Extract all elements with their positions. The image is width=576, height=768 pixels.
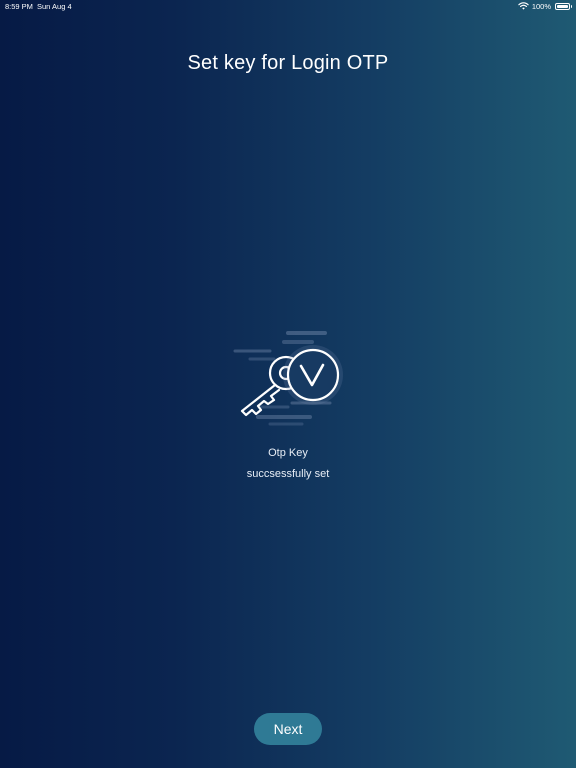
success-subtitle: succsessfully set [246, 468, 330, 480]
battery-percentage: 100% [531, 1, 551, 11]
check-circle-icon [283, 345, 343, 405]
otp-success-screen: 8:59 PM Sun Aug 4 100% Set key for Login… [0, 0, 576, 768]
page-title: Set key for Login OTP [187, 52, 389, 74]
battery-icon [555, 2, 572, 10]
battery-fill [557, 4, 568, 8]
wifi-icon [518, 2, 529, 10]
status-date: Sun Aug 4 [37, 2, 72, 11]
next-button[interactable]: Next [254, 713, 322, 745]
status-indicators: 100% [518, 1, 572, 11]
key-check-icon [233, 331, 343, 426]
success-title: Otp Key [268, 447, 308, 459]
status-time: 8:59 PM [5, 2, 33, 11]
battery-tip [570, 5, 572, 8]
status-bar: 8:59 PM Sun Aug 4 100% [0, 0, 576, 14]
